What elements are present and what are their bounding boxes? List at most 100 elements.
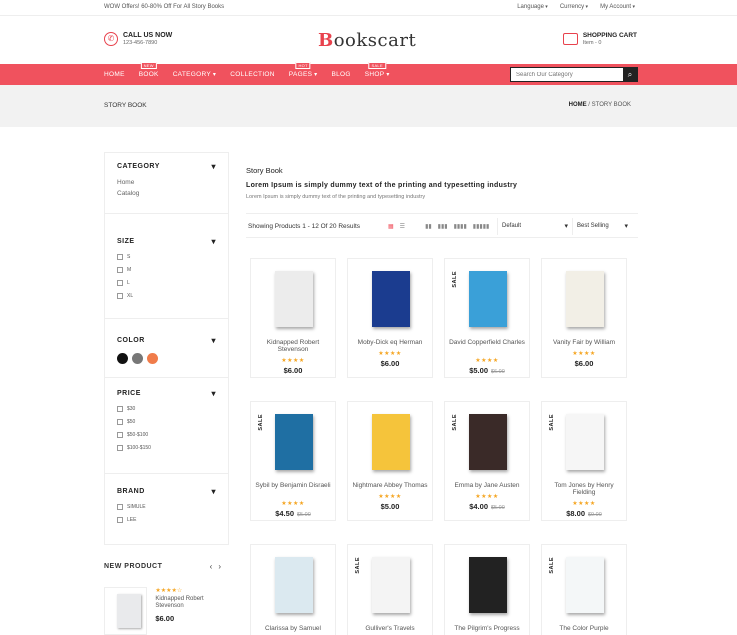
size-option-l[interactable]: L <box>117 280 216 286</box>
book-cover-image[interactable] <box>469 557 507 613</box>
price-option[interactable]: $100-$150 <box>117 445 216 451</box>
sort-order-select[interactable]: Best Selling <box>572 218 632 235</box>
sort-default-select[interactable]: Default <box>497 218 572 235</box>
book-cover-image[interactable] <box>566 557 604 613</box>
list-view-icon[interactable]: ☰ <box>400 223 405 230</box>
shopping-cart[interactable]: SHOPPING CART Item - 0 <box>562 32 637 46</box>
product-name[interactable]: Emma by Jane Austen <box>447 482 527 489</box>
product-name[interactable]: Gulliver's Travels <box>350 625 430 632</box>
price-option[interactable]: $50-$100 <box>117 432 216 438</box>
account-dropdown[interactable]: My Account <box>600 4 635 10</box>
product-name[interactable]: David Copperfield Charles <box>447 339 527 346</box>
checkbox[interactable] <box>117 293 123 299</box>
checkbox[interactable] <box>117 445 123 451</box>
current-price: $5.00 <box>380 502 400 511</box>
nav-home[interactable]: HOME <box>104 71 125 78</box>
product-card[interactable]: SALE Emma by Jane Austen ★★★★ $4.00 $5.00 <box>444 401 530 521</box>
language-dropdown[interactable]: Language <box>517 4 548 10</box>
grid-2-icon[interactable]: ▮▮ <box>425 223 432 230</box>
nav-collection[interactable]: COLLECTION <box>230 71 275 78</box>
product-name[interactable]: Nightmare Abbey Thomas <box>350 482 430 489</box>
checkbox[interactable] <box>117 280 123 286</box>
nav-pages[interactable]: PAGES HOT <box>288 62 318 78</box>
site-logo[interactable]: Bookscart <box>318 30 416 51</box>
product-card[interactable]: Clarissa by Samuel <box>250 544 336 635</box>
product-card[interactable]: Vanity Fair by William ★★★★ $6.00 <box>541 258 627 378</box>
checkbox[interactable] <box>117 517 123 523</box>
nav-shop-label: SHOP <box>364 71 385 78</box>
product-card[interactable]: SALE David Copperfield Charles ★★★★ $5.00 $6… <box>444 258 530 378</box>
price-option[interactable]: $30 <box>117 406 216 412</box>
book-cover-image[interactable] <box>566 414 604 470</box>
size-option-m[interactable]: M <box>117 267 216 273</box>
book-cover-image[interactable] <box>372 414 410 470</box>
product-card[interactable]: SALE Gulliver's Travels <box>347 544 433 635</box>
brand-title[interactable]: BRAND <box>117 487 216 496</box>
new-product-card[interactable]: ★★★★☆ Kidnapped Robert Stevenson $6.00 <box>104 587 229 635</box>
product-name[interactable]: Clarissa by Samuel <box>253 625 333 632</box>
product-card[interactable]: SALE The Color Purple <box>541 544 627 635</box>
listing-title: Story Book <box>246 166 283 175</box>
checkbox[interactable] <box>117 504 123 510</box>
nav-book[interactable]: BOOK NEW <box>139 62 159 78</box>
product-name[interactable]: Moby-Dick eq Herman <box>350 339 430 346</box>
color-swatch[interactable] <box>147 353 158 364</box>
search-input[interactable] <box>511 68 623 81</box>
grid-5-icon[interactable]: ▮▮▮▮▮ <box>473 223 490 230</box>
product-card[interactable]: Kidnapped Robert Stevenson ★★★★ $6.00 <box>250 258 336 378</box>
nav-blog[interactable]: BLOG <box>332 71 351 78</box>
color-title[interactable]: COLOR <box>117 336 216 345</box>
next-arrow-icon[interactable]: › <box>218 562 227 571</box>
color-swatch[interactable] <box>132 353 143 364</box>
product-card[interactable]: Moby-Dick eq Herman ★★★★ $6.00 <box>347 258 433 378</box>
price-option[interactable]: $50 <box>117 419 216 425</box>
size-option-s[interactable]: S <box>117 254 216 260</box>
checkbox[interactable] <box>117 267 123 273</box>
category-link-home[interactable]: Home <box>117 179 216 186</box>
view-switcher: ▦ ☰ ▮▮ ▮▮▮ ▮▮▮▮ ▮▮▮▮▮ <box>388 223 489 230</box>
checkbox[interactable] <box>117 406 123 412</box>
book-cover-image[interactable] <box>275 271 313 327</box>
brand-option[interactable]: LEE <box>117 517 216 523</box>
nav-shop[interactable]: SHOP SALE <box>364 62 390 78</box>
book-cover-image[interactable] <box>469 271 507 327</box>
breadcrumb-home[interactable]: HOME <box>569 102 587 108</box>
grid-view-icon[interactable]: ▦ <box>388 223 394 230</box>
checkbox[interactable] <box>117 419 123 425</box>
color-swatch[interactable] <box>117 353 128 364</box>
product-name[interactable]: The Color Purple <box>544 625 624 632</box>
product-name[interactable]: The Pilgrim's Progress <box>447 625 527 632</box>
grid-3-icon[interactable]: ▮▮▮ <box>438 223 448 230</box>
call-us[interactable]: ✆ CALL US NOW 123-456-7890 <box>104 32 172 46</box>
book-cover <box>117 594 141 628</box>
price-title[interactable]: PRICE <box>117 389 216 398</box>
book-cover-image[interactable] <box>469 414 507 470</box>
nav-category[interactable]: CATEGORY <box>173 71 217 78</box>
product-name[interactable]: Sybil by Benjamin Disraeli <box>253 482 333 489</box>
brand-option[interactable]: SIMULE <box>117 504 216 510</box>
product-thumbnail[interactable] <box>104 587 148 635</box>
product-name[interactable]: Kidnapped Robert Stevenson <box>155 596 229 610</box>
category-link-catalog[interactable]: Catalog <box>117 190 216 197</box>
size-option-xl[interactable]: XL <box>117 293 216 299</box>
product-card[interactable]: SALE Tom Jones by Henry Fielding ★★★★ $8.00… <box>541 401 627 521</box>
book-cover-image[interactable] <box>372 271 410 327</box>
book-cover-image[interactable] <box>275 414 313 470</box>
book-cover-image[interactable] <box>372 557 410 613</box>
currency-dropdown[interactable]: Currency <box>560 4 588 10</box>
category-title[interactable]: CATEGORY <box>117 162 216 171</box>
nav-pages-label: PAGES <box>288 71 313 78</box>
size-title[interactable]: SIZE <box>117 237 216 246</box>
checkbox[interactable] <box>117 432 123 438</box>
product-name[interactable]: Vanity Fair by William <box>544 339 624 346</box>
book-cover-image[interactable] <box>566 271 604 327</box>
book-cover-image[interactable] <box>275 557 313 613</box>
product-card[interactable]: SALE Sybil by Benjamin Disraeli ★★★★ $4.50 $… <box>250 401 336 521</box>
product-card[interactable]: Nightmare Abbey Thomas ★★★★ $5.00 <box>347 401 433 521</box>
product-card[interactable]: The Pilgrim's Progress <box>444 544 530 635</box>
grid-4-icon[interactable]: ▮▮▮▮ <box>454 223 467 230</box>
product-name[interactable]: Tom Jones by Henry Fielding <box>544 482 624 496</box>
checkbox[interactable] <box>117 254 123 260</box>
product-name[interactable]: Kidnapped Robert Stevenson <box>253 339 333 353</box>
search-icon[interactable]: ⌕ <box>623 68 637 81</box>
